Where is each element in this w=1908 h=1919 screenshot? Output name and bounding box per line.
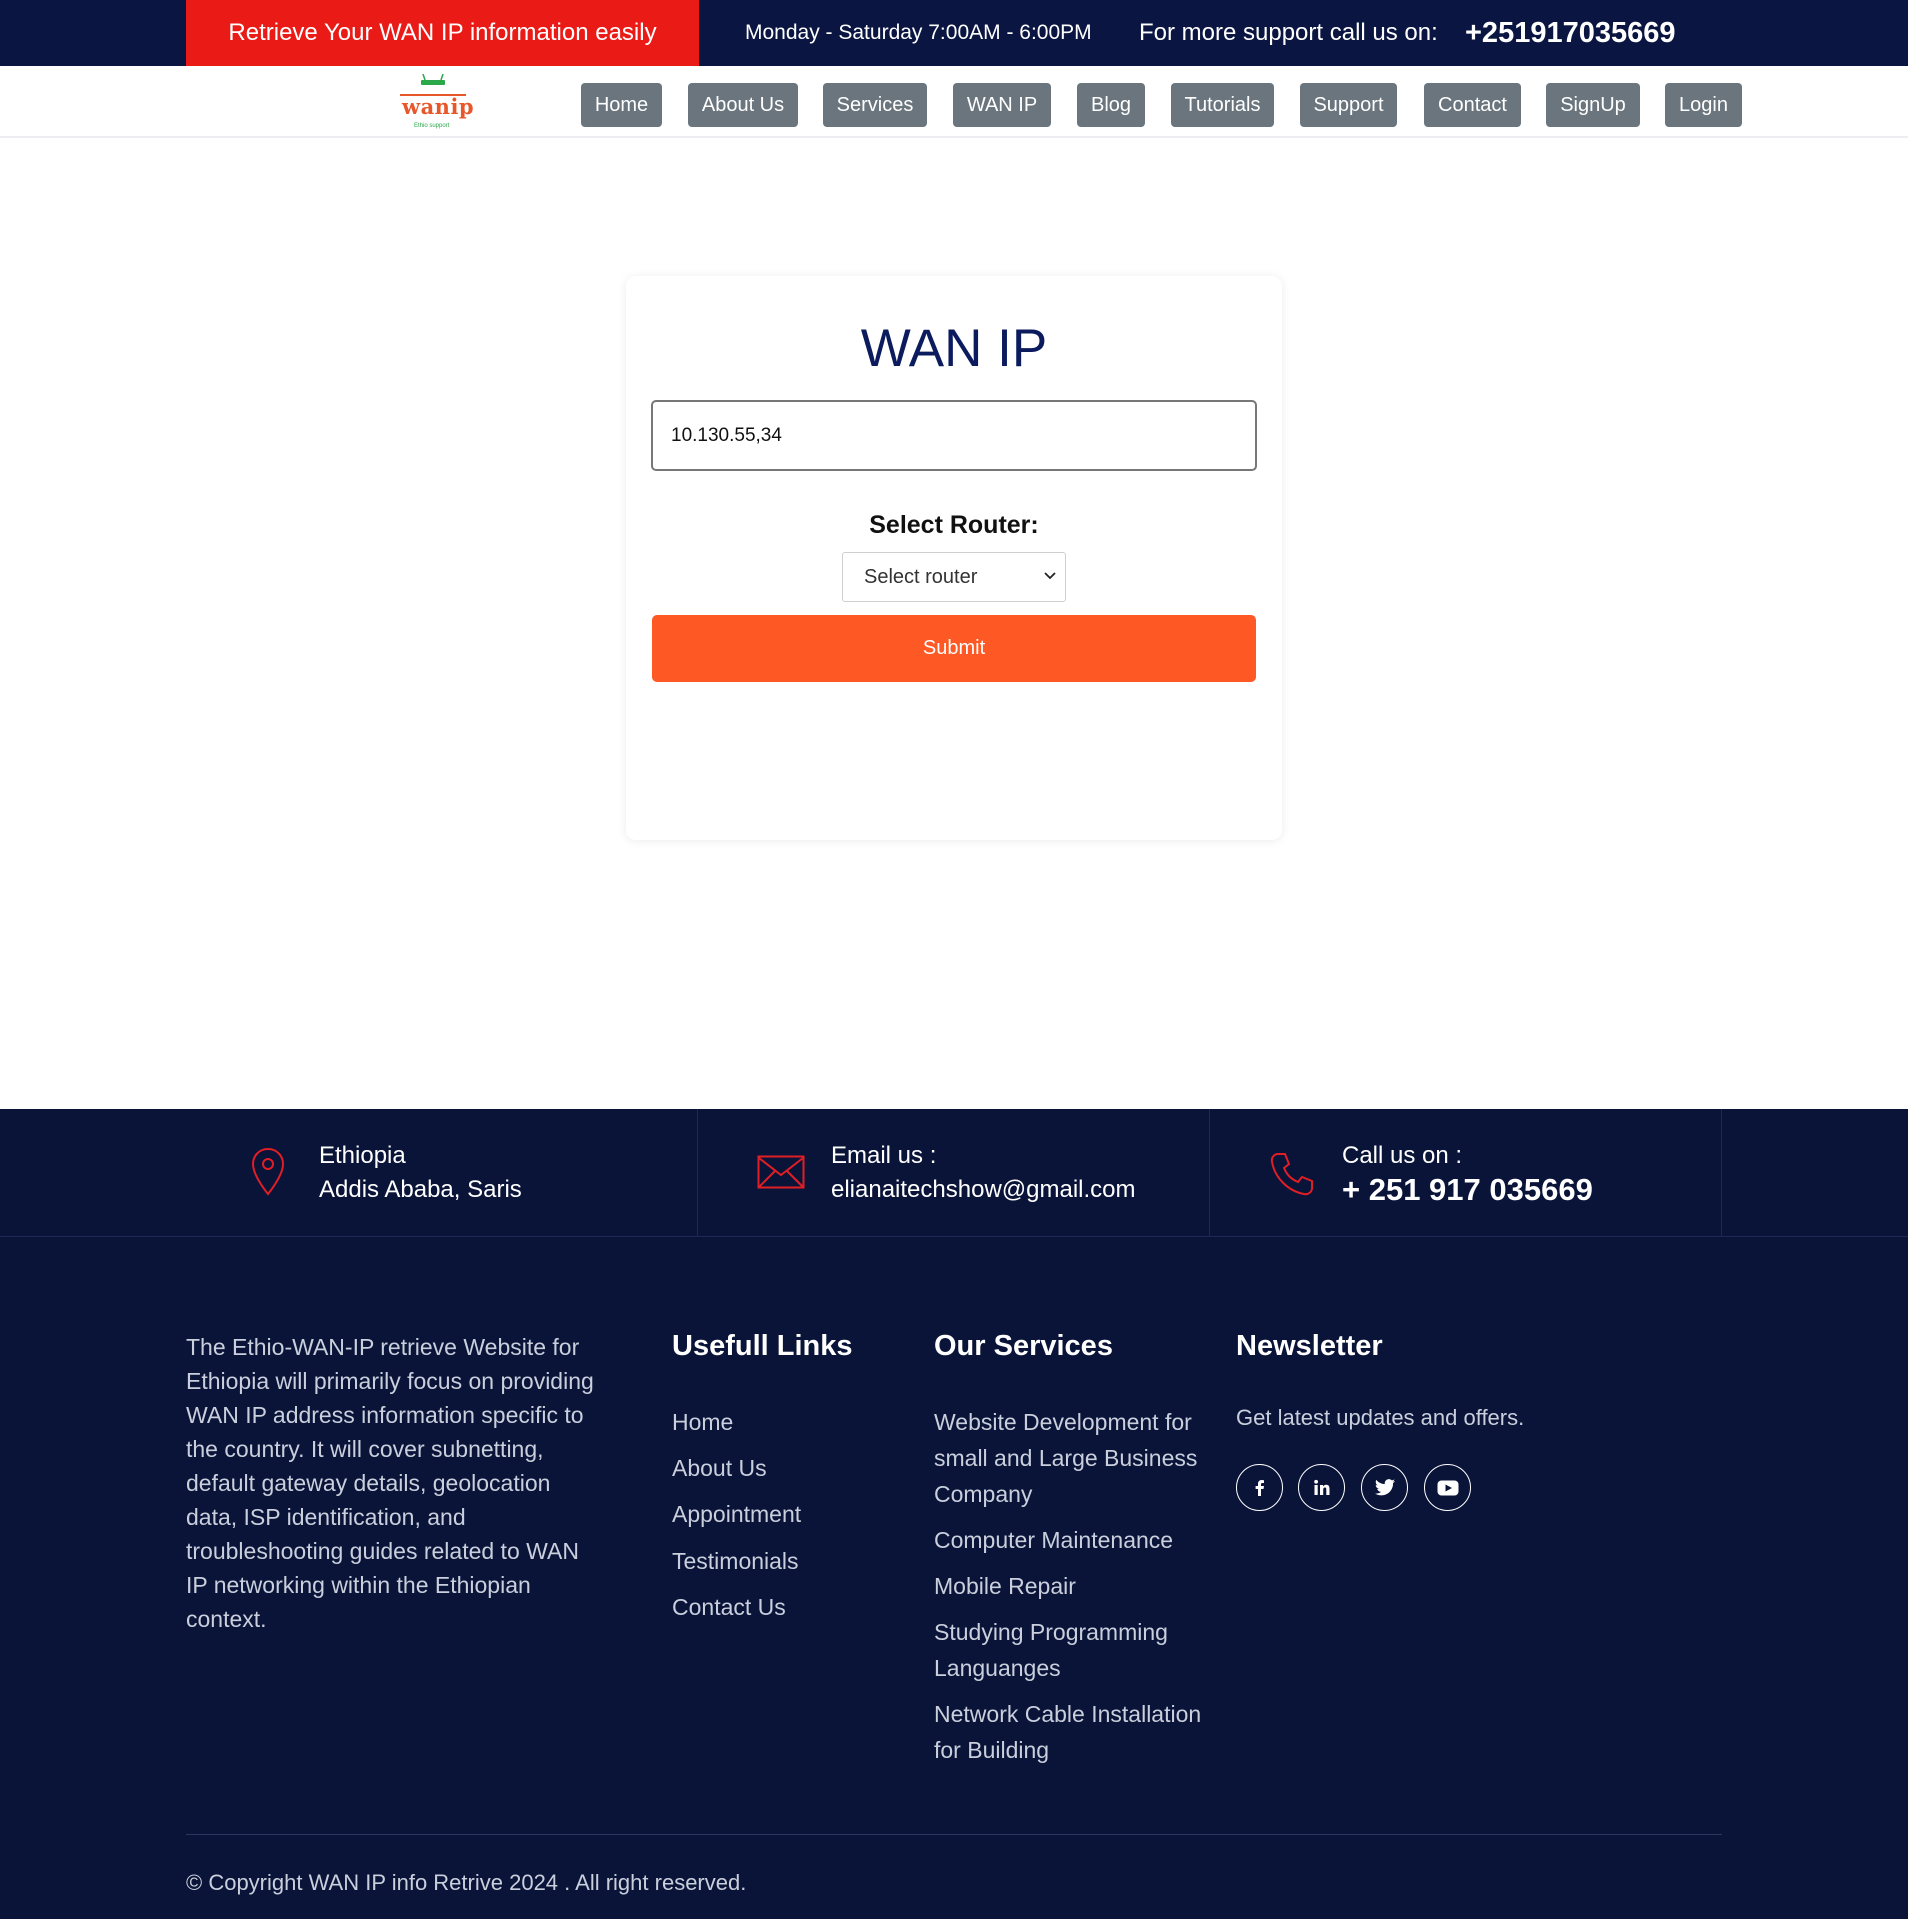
- nav-services[interactable]: Services: [823, 83, 927, 127]
- contact-divider: [1209, 1109, 1210, 1237]
- footer-link-about-us[interactable]: About Us: [672, 1450, 767, 1486]
- email-block: Email us : elianaitechshow@gmail.com: [831, 1139, 1136, 1207]
- email-label: Email us :: [831, 1142, 937, 1169]
- copyright-text: © Copyright WAN IP info Retrive 2024 . A…: [186, 1870, 747, 1895]
- logo-tagline: Ethio support: [414, 123, 450, 129]
- logo-text: wanip: [402, 94, 475, 119]
- phone-icon: [1270, 1153, 1313, 1196]
- footer-divider: [186, 1834, 1722, 1835]
- footer-link-home[interactable]: Home: [672, 1404, 733, 1440]
- twitter-button[interactable]: [1361, 1464, 1408, 1511]
- youtube-button[interactable]: [1424, 1464, 1471, 1511]
- linkedin-button[interactable]: [1298, 1464, 1345, 1511]
- location-city: Addis Ababa, Saris: [319, 1176, 522, 1203]
- site-logo[interactable]: wanip Ethio support: [398, 72, 474, 132]
- newsletter-text: Get latest updates and offers.: [1236, 1405, 1525, 1430]
- call-label: Call us on :: [1342, 1142, 1463, 1169]
- nav-about-us[interactable]: About Us: [688, 83, 798, 127]
- ip-input[interactable]: [651, 400, 1257, 471]
- nav-tutorials[interactable]: Tutorials: [1171, 83, 1274, 127]
- location-pin-icon: [251, 1147, 285, 1196]
- support-text: For more support call us on:: [1139, 19, 1438, 46]
- useful-links-heading: Usefull Links: [672, 1330, 853, 1362]
- contact-divider: [1721, 1109, 1722, 1237]
- location-text: Ethiopia Addis Ababa, Saris: [319, 1139, 522, 1207]
- router-label: Select Router:: [869, 511, 1039, 539]
- youtube-icon: [1437, 1480, 1458, 1495]
- footer-link-appointment[interactable]: Appointment: [672, 1496, 801, 1532]
- facebook-button[interactable]: [1236, 1464, 1283, 1511]
- nav-contact[interactable]: Contact: [1424, 83, 1521, 127]
- service-item[interactable]: Website Development for small and Large …: [934, 1404, 1224, 1512]
- call-block: Call us on : + 251 917 035669: [1342, 1139, 1593, 1207]
- footer-about-text: The Ethio-WAN-IP retrieve Website for Et…: [186, 1334, 594, 1632]
- nav-home[interactable]: Home: [581, 83, 662, 127]
- nav-wan-ip[interactable]: WAN IP: [953, 83, 1051, 127]
- contact-divider: [697, 1109, 698, 1237]
- footer-link-contact-us[interactable]: Contact Us: [672, 1589, 786, 1625]
- card-title: WAN IP: [860, 319, 1048, 378]
- facebook-icon: [1255, 1479, 1264, 1496]
- support-phone[interactable]: +251917035669: [1465, 0, 1675, 66]
- email-address[interactable]: elianaitechshow@gmail.com: [831, 1173, 1136, 1207]
- chevron-down-icon: [1044, 572, 1056, 580]
- business-hours: Monday - Saturday 7:00AM - 6:00PM: [745, 21, 1092, 44]
- call-number[interactable]: + 251 917 035669: [1342, 1173, 1593, 1207]
- nav-support[interactable]: Support: [1300, 83, 1397, 127]
- linkedin-icon: [1313, 1479, 1329, 1495]
- promo-banner: Retrieve Your WAN IP information easily: [186, 0, 699, 66]
- router-select-value: Select router: [864, 565, 978, 588]
- twitter-icon: [1374, 1478, 1395, 1495]
- our-services-heading: Our Services: [934, 1330, 1113, 1362]
- top-bar: Retrieve Your WAN IP information easily …: [0, 0, 1908, 66]
- router-select[interactable]: Select router: [842, 552, 1066, 602]
- nav-login[interactable]: Login: [1665, 83, 1742, 127]
- location-country: Ethiopia: [319, 1142, 406, 1169]
- service-item[interactable]: Network Cable Installation for Building: [934, 1696, 1224, 1768]
- nav-blog[interactable]: Blog: [1077, 83, 1145, 127]
- footer-link-testimonials[interactable]: Testimonials: [672, 1543, 799, 1579]
- service-item[interactable]: Mobile Repair: [934, 1568, 1224, 1604]
- mail-icon: [757, 1155, 805, 1189]
- router-icon: [421, 74, 445, 85]
- service-item[interactable]: Studying Programming Languanges: [934, 1614, 1184, 1686]
- newsletter-heading: Newsletter: [1236, 1330, 1383, 1362]
- submit-button[interactable]: Submit: [652, 615, 1256, 682]
- nav-signup[interactable]: SignUp: [1546, 83, 1640, 127]
- service-item[interactable]: Computer Maintenance: [934, 1522, 1224, 1558]
